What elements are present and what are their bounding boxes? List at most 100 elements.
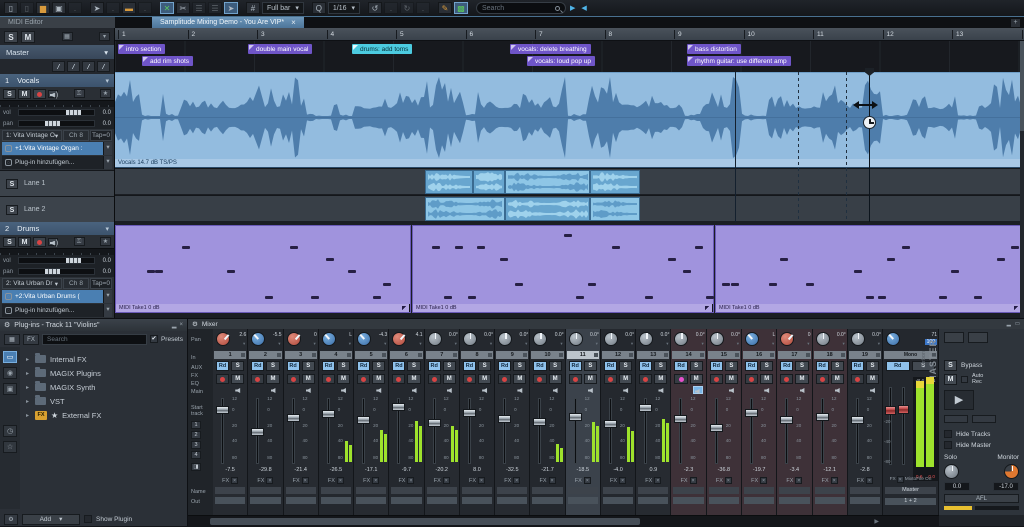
undo-icon[interactable]: ↺ bbox=[368, 2, 382, 14]
channel-number[interactable]: 15 bbox=[708, 351, 740, 359]
mixer-channel-3[interactable]: 0▾3RdSM120204080-21.4FX× bbox=[284, 329, 319, 515]
search-next-icon[interactable]: ▶ bbox=[568, 4, 577, 12]
monitor-level-knob[interactable] bbox=[1004, 464, 1019, 479]
fader-handle[interactable] bbox=[816, 413, 829, 421]
channel-number[interactable]: 13 bbox=[637, 351, 669, 359]
out-field[interactable] bbox=[250, 497, 280, 504]
channel-select-icon[interactable] bbox=[277, 353, 281, 357]
out-field[interactable] bbox=[427, 497, 457, 504]
snapshot-button-1[interactable] bbox=[944, 415, 968, 423]
out-field[interactable] bbox=[462, 497, 492, 504]
fader-handle[interactable] bbox=[710, 424, 723, 432]
mixer-section-label-in[interactable]: In bbox=[191, 355, 196, 361]
lane-solo-button[interactable]: S bbox=[6, 205, 18, 215]
channel-number[interactable]: 12 bbox=[602, 351, 634, 359]
fader-handle[interactable] bbox=[498, 415, 511, 423]
channel-select-icon[interactable] bbox=[629, 353, 633, 357]
fader-handle[interactable] bbox=[639, 404, 652, 412]
fx-label[interactable]: FX bbox=[222, 478, 229, 484]
name-field[interactable] bbox=[321, 487, 351, 494]
channel-select-icon[interactable] bbox=[664, 353, 668, 357]
channel-select-icon[interactable] bbox=[876, 353, 880, 357]
fx-close-icon[interactable]: × bbox=[513, 477, 520, 484]
redo-menu-icon[interactable]: . bbox=[416, 2, 430, 14]
mouse-mode-icon[interactable]: ➤ bbox=[224, 2, 238, 14]
new-file-disabled-icon[interactable]: ▯ bbox=[20, 2, 34, 14]
undo-menu-icon[interactable]: . bbox=[384, 2, 398, 14]
show-plugin-checkbox[interactable] bbox=[84, 515, 92, 523]
fx-label[interactable]: FX bbox=[540, 478, 547, 484]
fx-label[interactable]: FX bbox=[786, 478, 793, 484]
channel-number[interactable]: 10 bbox=[531, 351, 563, 359]
master-out[interactable]: 1 + 2 bbox=[885, 498, 936, 505]
read-automation-button[interactable]: Rd bbox=[463, 361, 476, 371]
folder-icon[interactable] bbox=[944, 332, 964, 343]
pan-knob[interactable] bbox=[745, 332, 759, 346]
fx-close-icon[interactable]: × bbox=[725, 477, 732, 484]
fx-close-icon[interactable]: × bbox=[478, 477, 485, 484]
channel-select-icon[interactable] bbox=[453, 353, 457, 357]
record-button[interactable] bbox=[569, 374, 582, 384]
auto-crossfade-icon[interactable]: ✂ bbox=[176, 2, 190, 14]
mute-button[interactable]: M bbox=[231, 374, 244, 384]
speaker-icon[interactable] bbox=[340, 386, 350, 394]
track-monitor-button[interactable]: ◄) bbox=[48, 238, 58, 246]
mixer-channel-12[interactable]: 0.0°▾12RdSM120204080-4.0FX× bbox=[601, 329, 636, 515]
speaker-icon[interactable] bbox=[270, 386, 280, 394]
channel-number[interactable]: 14 bbox=[672, 351, 704, 359]
out-field[interactable] bbox=[779, 497, 809, 504]
tap-field[interactable]: Tap=0 bbox=[90, 278, 112, 289]
align-objects-icon[interactable]: ☰ bbox=[192, 2, 206, 14]
mixer-channel-14[interactable]: 0.0°▾14RdSM120204080-2.3FX× bbox=[671, 329, 706, 515]
solo-button[interactable]: S bbox=[302, 361, 315, 371]
fx-label[interactable]: FX bbox=[822, 478, 829, 484]
out-field[interactable] bbox=[568, 497, 598, 504]
channel-select-icon[interactable] bbox=[418, 353, 422, 357]
mixer-channel-13[interactable]: 0.0°▾13RdSM1202040800.9FX× bbox=[636, 329, 671, 515]
channel-select-icon[interactable] bbox=[312, 353, 316, 357]
fx-label[interactable]: FX bbox=[681, 478, 688, 484]
lane-audio-clip[interactable] bbox=[505, 170, 590, 194]
channel-select-icon[interactable] bbox=[382, 353, 386, 357]
mute-button[interactable]: M bbox=[443, 374, 456, 384]
read-automation-button[interactable]: Rd bbox=[357, 361, 370, 371]
fx-close-icon[interactable]: × bbox=[231, 477, 238, 484]
name-field[interactable] bbox=[462, 487, 492, 494]
timeline-marker[interactable]: vocals: delete breathing bbox=[510, 44, 591, 54]
master-mute-button[interactable]: M bbox=[944, 374, 957, 385]
name-field[interactable] bbox=[568, 487, 598, 494]
timeline-ruler[interactable]: 1234567891011121314 bbox=[115, 28, 1024, 41]
solo-button[interactable]: S bbox=[443, 361, 456, 371]
fader-handle[interactable] bbox=[322, 410, 335, 418]
read-automation-button[interactable]: Rd bbox=[639, 361, 652, 371]
automation-curve-icon[interactable] bbox=[97, 61, 110, 72]
new-file-icon[interactable]: ▯ bbox=[4, 2, 18, 14]
solo-button[interactable]: S bbox=[407, 361, 420, 371]
out-field[interactable] bbox=[356, 497, 386, 504]
read-automation-button[interactable]: Rd bbox=[674, 361, 687, 371]
volume-handle[interactable] bbox=[66, 110, 81, 115]
fx-close-icon[interactable]: × bbox=[584, 477, 591, 484]
solo-button[interactable]: S bbox=[231, 361, 244, 371]
mixtofile-label[interactable]: MixtoFile bbox=[905, 477, 924, 482]
lane-2-row[interactable] bbox=[115, 195, 1024, 221]
fx-close-icon[interactable]: × bbox=[831, 477, 838, 484]
timeline-marker[interactable]: vocals: loud pop up bbox=[527, 56, 595, 66]
fader-handle[interactable] bbox=[851, 416, 864, 424]
mixer-channel-19[interactable]: 0.0°▾19RdSM120204080-2.8FX× bbox=[848, 329, 883, 515]
fx-label[interactable]: FX bbox=[645, 478, 652, 484]
pan-knob[interactable] bbox=[216, 332, 230, 346]
plugin-slot-label[interactable]: ◌+1:Vita Vintage Organ : bbox=[2, 142, 103, 155]
grid-icon[interactable]: # bbox=[246, 2, 260, 14]
quantize-icon[interactable]: Q bbox=[312, 2, 326, 14]
fx-close-icon[interactable]: × bbox=[897, 476, 904, 483]
tree-item-vst[interactable]: ▸VST bbox=[26, 394, 181, 408]
draw-tool-icon[interactable]: ▬ bbox=[122, 2, 136, 14]
fx-label[interactable]: FX bbox=[610, 478, 617, 484]
maximize-icon[interactable]: ▭ bbox=[1015, 321, 1020, 327]
channel-number[interactable]: 9 bbox=[496, 351, 528, 359]
out-field[interactable] bbox=[815, 497, 845, 504]
bypass-label[interactable]: Bypass bbox=[961, 362, 982, 369]
pan-knob[interactable] bbox=[498, 332, 512, 346]
pan-slider[interactable] bbox=[18, 268, 95, 275]
